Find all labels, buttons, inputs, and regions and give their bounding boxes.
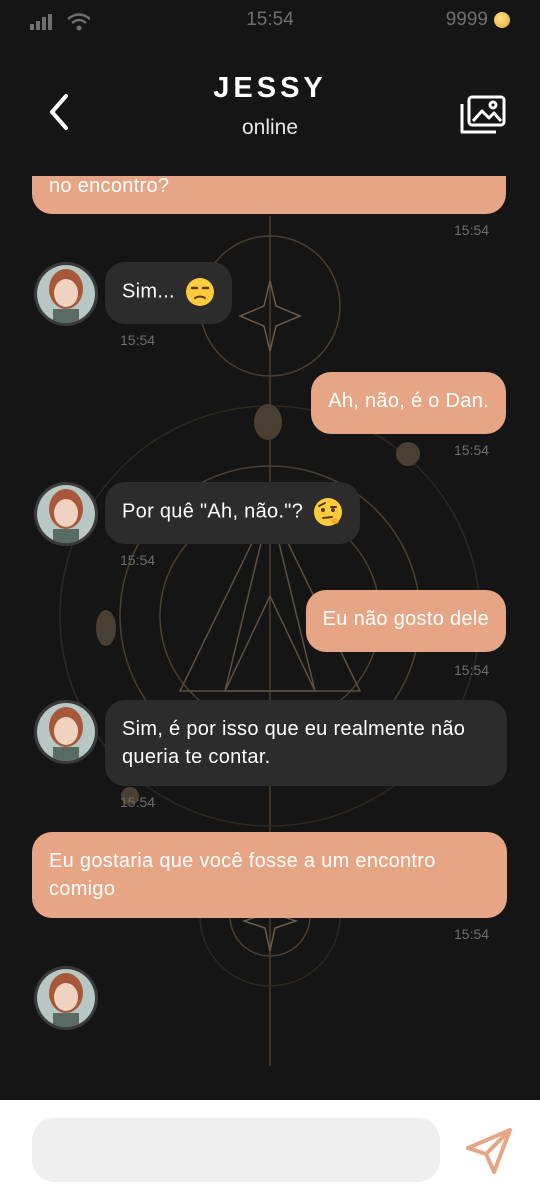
message-time: 15:54 xyxy=(120,332,156,348)
message-time: 15:54 xyxy=(454,926,490,942)
avatar[interactable] xyxy=(34,482,98,546)
coin-count: 9999 xyxy=(445,9,488,30)
avatar-image xyxy=(37,265,95,323)
message-text: Por quê "Ah, não."? xyxy=(122,500,304,523)
message-text: Ah, não, é o Dan. xyxy=(328,390,489,412)
message-text: Eu não gosto dele xyxy=(322,608,489,630)
avatar[interactable] xyxy=(34,262,98,326)
message-time: 15:54 xyxy=(454,442,490,458)
message-input[interactable] xyxy=(32,1118,440,1182)
message-time: 15:54 xyxy=(454,662,490,678)
avatar[interactable] xyxy=(34,966,98,1030)
message-time: 15:54 xyxy=(454,222,490,238)
message-bubble-outgoing: Ah, não, é o Dan. xyxy=(311,372,506,434)
message-bubble-outgoing: Eu gostaria que você fosse a um encontro… xyxy=(32,832,507,918)
message-bubble-outgoing: no encontro? xyxy=(32,176,506,214)
avatar-image xyxy=(37,485,95,543)
message-time: 15:54 xyxy=(120,794,156,810)
send-button[interactable] xyxy=(464,1126,514,1176)
message-text: no encontro? xyxy=(49,176,170,197)
avatar-image xyxy=(37,969,95,1027)
message-bubble-incoming: Sim... xyxy=(105,262,232,324)
message-bubble-incoming: Por quê "Ah, não."? xyxy=(105,482,360,544)
message-bubble-incoming: Sim, é por isso que eu realmente não que… xyxy=(105,700,507,786)
unamused-face-emoji xyxy=(185,278,214,306)
gallery-icon xyxy=(460,95,506,134)
chat-header: JESSY online xyxy=(0,42,540,152)
raised-eyebrow-face-emoji xyxy=(314,498,342,526)
message-text: Sim, é por isso que eu realmente não que… xyxy=(122,718,466,768)
message-bubble-outgoing: Eu não gosto dele xyxy=(305,590,506,652)
avatar[interactable] xyxy=(34,700,98,764)
coin-icon xyxy=(494,12,510,28)
coin-balance: 9999 xyxy=(446,9,510,31)
send-icon xyxy=(466,1128,512,1174)
status-bar: 15:54 9999 xyxy=(0,0,540,42)
avatar-image xyxy=(37,703,95,761)
chat-area[interactable]: no encontro? 15:54 Sim... 15:54 Ah, não,… xyxy=(0,176,540,1100)
message-composer xyxy=(0,1100,540,1200)
message-time: 15:54 xyxy=(120,552,156,568)
gallery-button[interactable] xyxy=(458,94,508,138)
message-text: Sim... xyxy=(122,280,175,303)
message-text: Eu gostaria que você fosse a um encontro… xyxy=(49,850,436,900)
